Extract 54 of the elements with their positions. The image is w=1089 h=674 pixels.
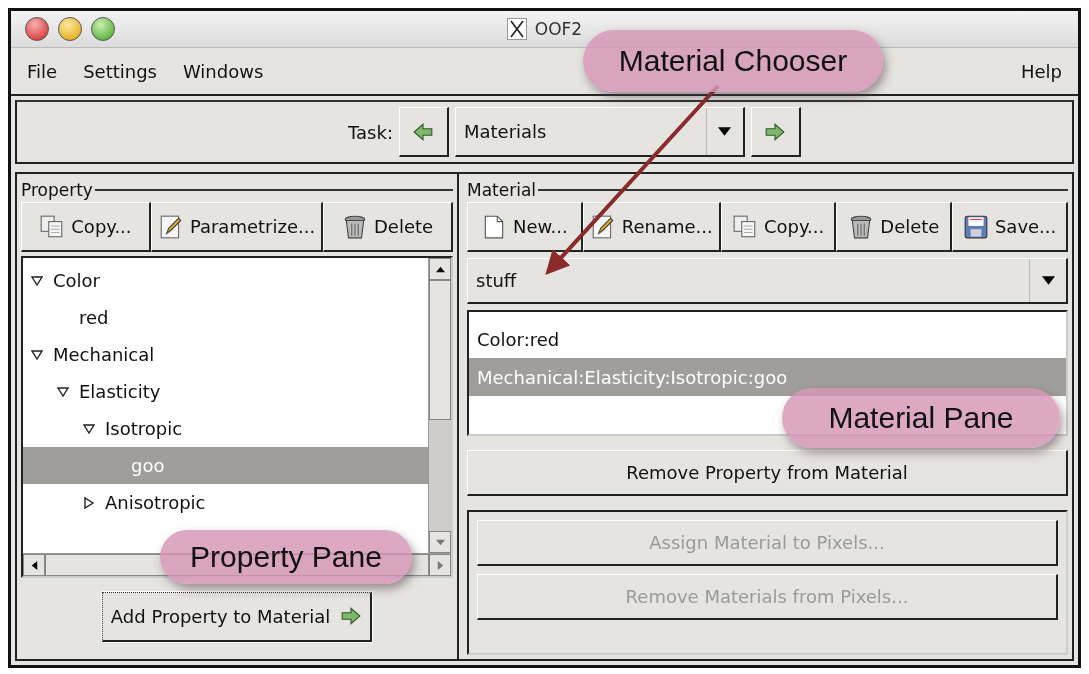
property-pane-callout: Property Pane [160,530,412,584]
scroll-left-icon[interactable] [29,560,39,570]
scroll-down-icon[interactable] [435,537,445,547]
tree-item[interactable]: red [23,299,428,336]
vertical-scrollbar[interactable] [428,258,451,553]
trash-icon [342,213,368,240]
toolbar-button[interactable]: New... [467,202,583,252]
expanded-triangle-icon[interactable] [31,348,43,361]
maximize-button[interactable] [91,17,115,41]
tree-item[interactable]: Color [23,262,428,299]
scroll-up-icon[interactable] [435,264,445,274]
add-property-button[interactable]: Add Property to Material [101,591,373,642]
dropdown-caret-icon [718,127,732,136]
tree-item[interactable]: Elasticity [23,373,428,410]
close-button[interactable] [25,17,49,41]
material-pane-callout: Material Pane [782,388,1060,448]
tree-item[interactable]: Anisotropic [23,484,428,521]
toolbar-button[interactable]: Rename... [582,202,721,252]
toolbar-button[interactable]: Delete [836,202,953,252]
right-arrow-icon [340,605,363,627]
menu-item[interactable]: Settings [81,56,159,86]
window-title: OOF2 [534,19,583,39]
floppy-icon [962,213,989,240]
menu-item[interactable]: File [25,56,60,86]
frame-title: Material [467,180,537,200]
collapsed-triangle-icon[interactable] [83,496,95,509]
menu-item[interactable]: Help [1018,56,1064,86]
copy-icon [731,213,758,240]
toolbar-button[interactable]: Save... [952,202,1068,252]
material-dropdown[interactable]: stuff [467,258,1068,304]
expanded-triangle-icon[interactable] [31,274,43,287]
left-arrow-icon [412,120,435,143]
dropdown-caret-icon [1041,276,1055,285]
task-label: Task: [348,121,393,143]
right-arrow-icon [764,120,787,143]
toolbar-button[interactable]: Copy... [21,202,151,252]
material-chooser-callout: Material Chooser [583,30,883,92]
tree-item[interactable]: Isotropic [23,410,428,447]
menu-item[interactable]: Windows [180,56,266,86]
toolbar-button[interactable]: Parametrize... [150,202,324,252]
next-task-button[interactable] [750,107,801,157]
scroll-right-icon[interactable] [435,560,445,570]
expanded-triangle-icon[interactable] [57,385,69,398]
task-dropdown[interactable]: Materials [454,107,745,157]
expanded-triangle-icon[interactable] [83,422,95,435]
x-window-icon [506,18,527,40]
remove-property-button[interactable]: Remove Property from Material [467,450,1068,496]
toolbar-button[interactable]: Delete [323,202,453,252]
list-item[interactable]: Color:red [469,320,1066,358]
toolbar-button[interactable]: Copy... [720,202,837,252]
tree-item[interactable]: Mechanical [23,336,428,373]
frame-title: Property [21,180,93,200]
previous-task-button[interactable] [398,107,449,157]
minimize-button[interactable] [58,17,82,41]
